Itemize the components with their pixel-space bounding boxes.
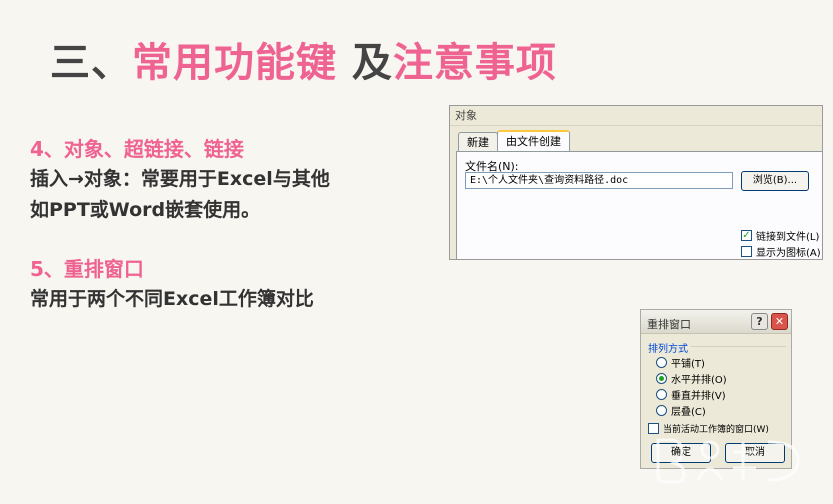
radio-icon[interactable] <box>656 405 667 416</box>
option-label: 平铺(T) <box>671 359 705 370</box>
tab-from-file[interactable]: 由文件创建 <box>497 130 570 152</box>
checkbox-icon[interactable] <box>741 246 752 257</box>
tab-new[interactable]: 新建 <box>458 132 498 152</box>
help-button[interactable]: ? <box>751 313 768 330</box>
arrange-dialog-titlebar: 重排窗口 ? ✕ <box>641 310 791 334</box>
title-keyword: 常用功能键 <box>132 40 337 86</box>
arrange-group-label: 排列方式 <box>648 344 688 355</box>
active-workbook-option[interactable]: 当前活动工作簿的窗口(W) <box>648 422 769 435</box>
radio-icon[interactable] <box>656 389 667 400</box>
section-heading: 5、重排窗口 <box>30 257 144 281</box>
group-divider <box>691 346 786 347</box>
option-vertical[interactable]: 垂直并排(V) <box>656 387 726 402</box>
title-number: 三、 <box>50 40 132 86</box>
slide-title: 三、常用功能键 及注意事项 <box>50 30 557 88</box>
arrange-dialog-title: 重排窗口 <box>647 318 691 331</box>
active-workbook-label: 当前活动工作簿的窗口(W) <box>663 425 769 435</box>
radio-selected-icon[interactable] <box>656 373 667 384</box>
object-dialog-title: 对象 <box>450 106 822 126</box>
title-conjunction: 及 <box>337 40 393 86</box>
checkbox-checked-icon[interactable]: ✓ <box>741 230 752 241</box>
option-tiled[interactable]: 平铺(T) <box>656 355 705 370</box>
option-label: 垂直并排(V) <box>671 391 726 402</box>
arrange-window-dialog: 重排窗口 ? ✕ 排列方式 平铺(T) 水平并排(O) 垂直并排(V) 层叠(C… <box>640 309 792 469</box>
display-as-icon-option[interactable]: 显示为图标(A) <box>741 244 821 259</box>
option-cascade[interactable]: 层叠(C) <box>656 403 706 418</box>
section-text: 如PPT或Word嵌套使用。 <box>30 199 261 221</box>
close-button[interactable]: ✕ <box>771 313 788 330</box>
link-to-file-label: 链接到文件(L) <box>756 232 820 243</box>
filename-input[interactable]: E:\个人文件夹\查询资料路径.doc <box>465 172 733 189</box>
checkbox-icon[interactable] <box>648 423 659 434</box>
title-notes: 注意事项 <box>392 40 557 86</box>
section-text: 常用于两个不同Excel工作簿对比 <box>30 288 314 310</box>
object-dialog: 对象 新建 由文件创建 文件名(N): E:\个人文件夹\查询资料路径.doc … <box>449 105 823 260</box>
link-to-file-option[interactable]: ✓ 链接到文件(L) <box>741 228 819 243</box>
option-label: 水平并排(O) <box>671 375 727 386</box>
section-heading: 4、对象、超链接、链接 <box>30 137 244 161</box>
section-text: 插入→对象：常要用于Excel与其他 <box>30 168 330 190</box>
display-as-icon-label: 显示为图标(A) <box>756 248 821 259</box>
object-dialog-tabs: 新建 由文件创建 <box>458 130 570 152</box>
section-object-link: 4、对象、超链接、链接 插入→对象：常要用于Excel与其他 如PPT或Word… <box>30 134 330 226</box>
section-arrange-window: 5、重排窗口 常用于两个不同Excel工作簿对比 <box>30 254 314 315</box>
cancel-button[interactable]: 取消 <box>725 443 785 463</box>
radio-icon[interactable] <box>656 357 667 368</box>
object-dialog-panel: 文件名(N): E:\个人文件夹\查询资料路径.doc 浏览(B)... ✓ 链… <box>456 151 822 259</box>
ok-button[interactable]: 确定 <box>651 443 711 463</box>
browse-button[interactable]: 浏览(B)... <box>741 171 809 191</box>
option-horizontal[interactable]: 水平并排(O) <box>656 371 727 386</box>
option-label: 层叠(C) <box>671 407 706 418</box>
